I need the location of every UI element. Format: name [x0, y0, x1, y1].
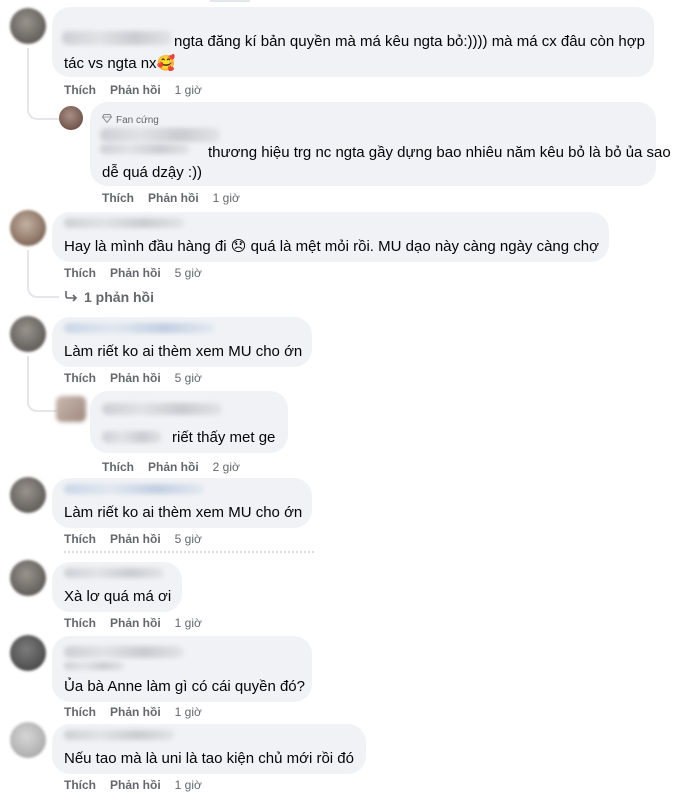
reply-button[interactable]: Phản hồi — [110, 705, 161, 719]
comment-text: ngta đăng kí bản quyền mà má kêu ngta bỏ… — [174, 33, 645, 50]
like-button[interactable]: Thích — [64, 371, 96, 385]
avatar[interactable] — [10, 316, 46, 352]
author-name-blur — [100, 144, 190, 154]
like-button[interactable]: Thích — [64, 705, 96, 719]
comment-actions: Thích Phản hồi 1 giờ — [64, 615, 202, 631]
like-button[interactable]: Thích — [64, 532, 96, 546]
comment-actions: Thích Phản hồi 1 giờ — [64, 82, 202, 98]
comment-text: Làm riết ko ai thèm xem MU cho ớn — [64, 343, 303, 360]
thread-connector — [27, 280, 59, 298]
avatar[interactable] — [10, 477, 46, 513]
comment-actions: Thích Phản hồi 1 giờ — [64, 777, 202, 793]
avatar[interactable] — [10, 8, 46, 44]
author-name[interactable] — [102, 403, 222, 415]
author-name[interactable] — [64, 218, 184, 228]
like-button[interactable]: Thích — [64, 616, 96, 630]
reply-button[interactable]: Phản hồi — [148, 460, 199, 474]
timestamp[interactable]: 2 giờ — [213, 460, 240, 474]
comment-text: Nếu tao mà là uni là tao kiện chủ mới rồ… — [64, 750, 354, 767]
replies-count-label[interactable]: 1 phản hồi — [84, 289, 154, 305]
author-name[interactable] — [64, 568, 164, 578]
like-button[interactable]: Thích — [102, 460, 134, 474]
like-button[interactable]: Thích — [64, 778, 96, 792]
comment-bubble: Nếu tao mà là uni là tao kiện chủ mới rồ… — [52, 724, 366, 774]
timestamp[interactable]: 1 giờ — [175, 83, 202, 97]
comment-actions: Thích Phản hồi 1 giờ — [102, 190, 240, 206]
timestamp[interactable]: 1 giờ — [213, 191, 240, 205]
author-name[interactable] — [100, 128, 220, 142]
avatar[interactable] — [10, 560, 46, 596]
author-name[interactable] — [64, 730, 174, 740]
reply-button[interactable]: Phản hồi — [110, 778, 161, 792]
comment-bubble: Ủa bà Anne làm gì có cái quyền đó? — [52, 636, 312, 702]
comment-text: Ủa bà Anne làm gì có cái quyền đó? — [64, 678, 305, 695]
comment-bubble: Làm riết ko ai thèm xem MU cho ớn — [52, 478, 312, 528]
reply-arrow-icon — [64, 289, 78, 305]
comment-text: tác vs ngta nx🥰 — [64, 53, 175, 75]
timestamp[interactable]: 1 giờ — [175, 616, 202, 630]
comment-bubble: riết thấy met ge — [90, 391, 288, 453]
reply-button[interactable]: Phản hồi — [110, 371, 161, 385]
comment-bubble: Xà lơ quá má ơi — [52, 562, 182, 612]
comment-bubble: Hay là mình đầu hàng đi 😞 quá là mệt mỏi… — [52, 212, 609, 262]
comment-bubble: Fan cứng thương hiệu trg nc ngta gầy dựn… — [90, 102, 671, 186]
author-name-blur — [102, 431, 162, 443]
avatar[interactable] — [10, 722, 46, 758]
avatar[interactable] — [10, 635, 46, 671]
comment-text: dễ quá dzậy :)) — [102, 164, 203, 181]
comment-text: thương hiệu trg nc ngta gầy dựng bao nhi… — [208, 144, 671, 161]
comment-text: Làm riết ko ai thèm xem MU cho ớn — [64, 504, 303, 521]
reply-button[interactable]: Phản hồi — [110, 83, 161, 97]
thread-line — [27, 48, 29, 108]
comment-text: riết thấy met ge — [172, 429, 276, 446]
timestamp[interactable]: 5 giờ — [175, 532, 202, 546]
author-name[interactable] — [64, 484, 204, 494]
timestamp[interactable]: 5 giờ — [175, 266, 202, 280]
top-divider — [210, 0, 250, 2]
avatar[interactable] — [59, 106, 83, 130]
comment-bubble: ngta đăng kí bản quyền mà má kêu ngta bỏ… — [52, 7, 654, 77]
author-name-blur — [64, 662, 124, 670]
author-name[interactable] — [62, 31, 172, 45]
like-button[interactable]: Thích — [102, 191, 134, 205]
comment-actions: Thích Phản hồi 1 giờ — [64, 704, 202, 720]
comment-actions: Thích Phản hồi 5 giờ — [64, 531, 202, 547]
comment-actions: Thích Phản hồi 2 giờ — [102, 459, 240, 475]
reply-button[interactable]: Phản hồi — [110, 532, 161, 546]
avatar[interactable] — [56, 396, 86, 422]
reply-button[interactable]: Phản hồi — [148, 191, 199, 205]
reply-button[interactable]: Phản hồi — [110, 266, 161, 280]
comment-text-part: quá là mệt mỏi rồi. MU dạo này càng ngày… — [250, 238, 599, 255]
section-divider — [64, 551, 314, 557]
comment-actions: Thích Phản hồi 5 giờ — [64, 265, 202, 281]
author-name[interactable] — [64, 646, 184, 658]
timestamp[interactable]: 1 giờ — [175, 778, 202, 792]
avatar[interactable] — [10, 210, 46, 246]
comment-bubble: Làm riết ko ai thèm xem MU cho ớn — [52, 317, 312, 367]
timestamp[interactable]: 1 giờ — [175, 705, 202, 719]
comment-text: Hay là mình đầu hàng đi 😞 quá là mệt mỏi… — [64, 236, 599, 258]
comment-actions: Thích Phản hồi 5 giờ — [64, 370, 202, 386]
like-button[interactable]: Thích — [64, 83, 96, 97]
view-replies-link[interactable]: 1 phản hồi — [64, 289, 154, 305]
emoji: 😞 — [230, 238, 247, 255]
author-name[interactable] — [64, 323, 214, 333]
thread-connector — [27, 396, 59, 412]
comment-text: Xà lơ quá má ơi — [64, 588, 172, 605]
thread-connector — [27, 100, 59, 120]
emoji: 🥰 — [156, 55, 176, 72]
comment-text-line2: tác vs ngta nx — [64, 55, 157, 72]
comment-text-part: Hay là mình đầu hàng đi — [64, 238, 227, 255]
like-button[interactable]: Thích — [64, 266, 96, 280]
reply-button[interactable]: Phản hồi — [110, 616, 161, 630]
timestamp[interactable]: 5 giờ — [175, 371, 202, 385]
